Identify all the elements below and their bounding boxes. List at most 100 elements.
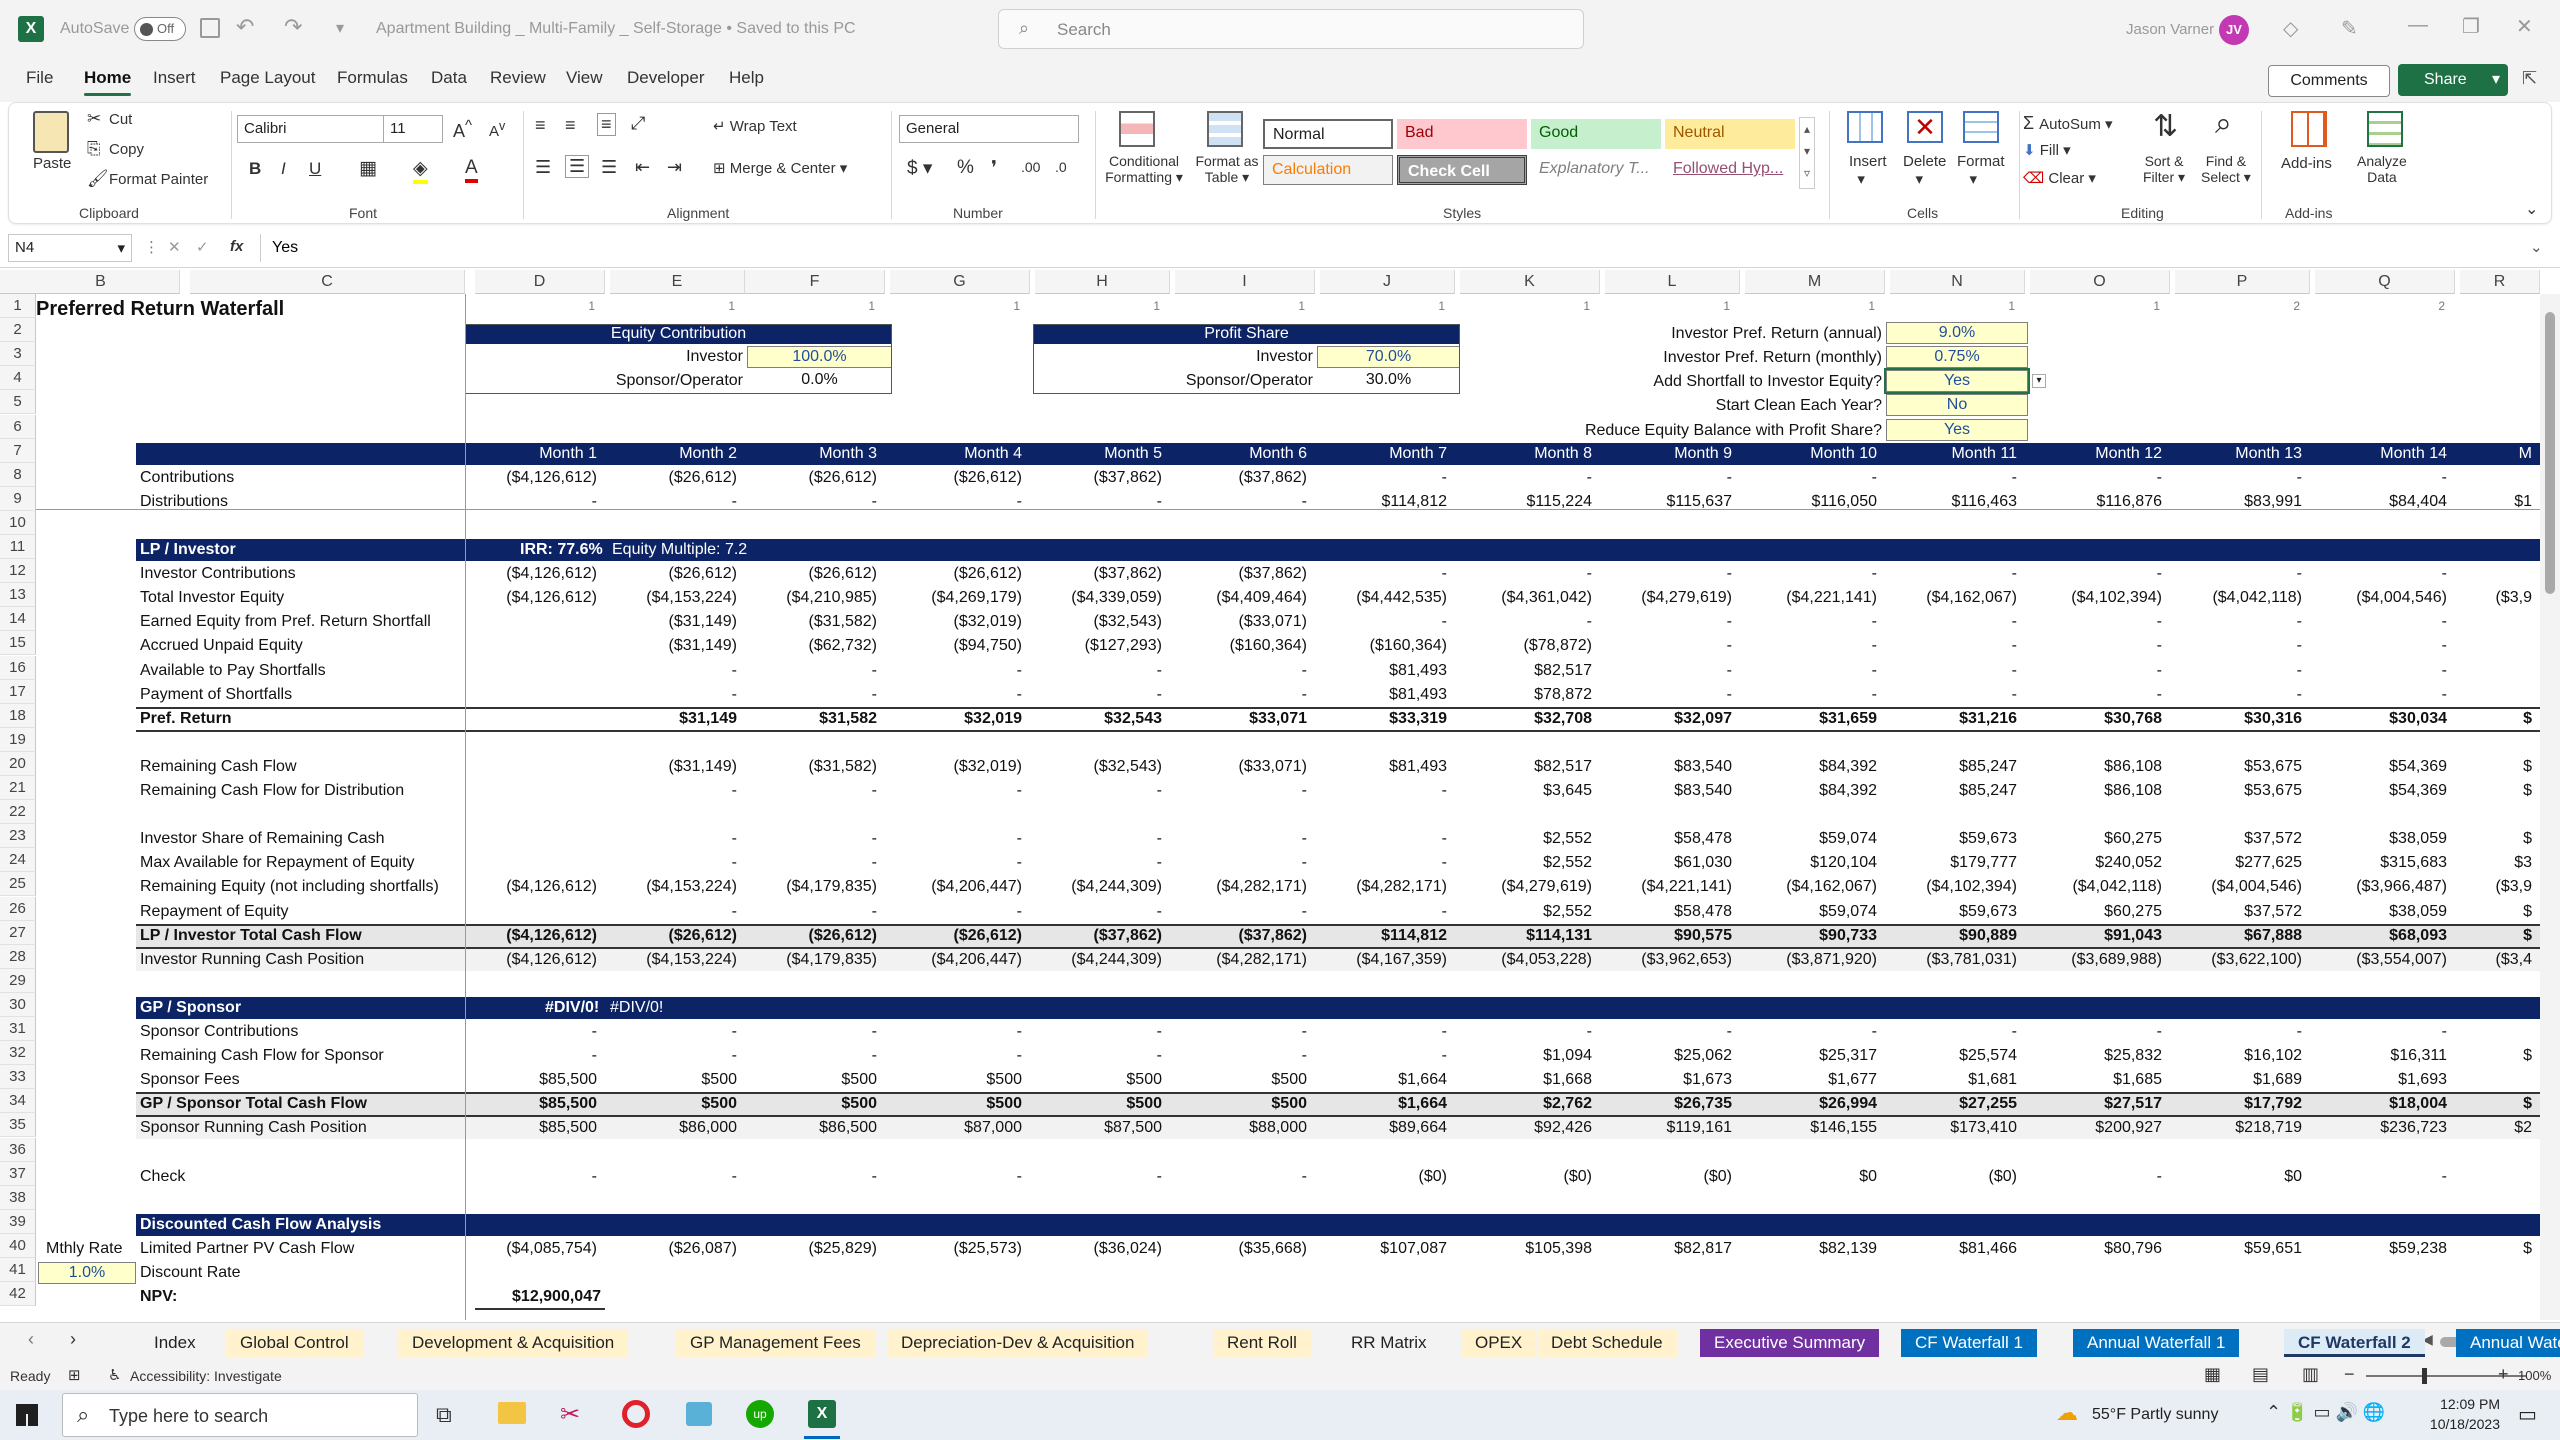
data-cell[interactable]: $ <box>2460 779 2532 803</box>
data-cell[interactable]: - <box>1320 1020 1447 1044</box>
style-neutral[interactable]: Neutral <box>1665 119 1795 149</box>
data-cell[interactable]: $90,889 <box>1890 924 2017 948</box>
pen-icon[interactable]: ✎ <box>2341 16 2358 41</box>
increase-indent-icon[interactable]: ⇥ <box>667 157 682 178</box>
sheet-tab[interactable]: RR Matrix <box>1337 1329 1441 1357</box>
data-cell[interactable]: $ <box>2460 1092 2532 1116</box>
data-cell[interactable]: $116,463 <box>1890 490 2017 514</box>
data-cell[interactable]: $33,071 <box>1175 707 1307 731</box>
sheet-tab[interactable]: Depreciation-Dev & Acquisition <box>887 1329 1149 1357</box>
number-format-select[interactable]: General <box>899 115 1079 143</box>
data-cell[interactable]: - <box>1320 779 1447 803</box>
opera-icon[interactable] <box>622 1400 650 1428</box>
data-cell[interactable]: $1,685 <box>2030 1068 2162 1092</box>
data-cell[interactable]: ($37,862) <box>1175 924 1308 948</box>
data-cell[interactable]: ($4,042,118) <box>2175 586 2302 610</box>
row-header[interactable]: 6 <box>0 414 36 439</box>
data-cell[interactable]: $114,812 <box>1320 924 1447 948</box>
row-header[interactable]: 5 <box>0 390 36 415</box>
data-cell[interactable]: - <box>890 1165 1022 1189</box>
column-header[interactable]: I <box>1175 270 1315 294</box>
column-header[interactable]: Q <box>2315 270 2455 294</box>
data-cell[interactable]: - <box>2175 634 2302 658</box>
merge-center-button[interactable]: ⊞ Merge & Center ▾ <box>713 159 847 177</box>
column-header[interactable]: M <box>1745 270 1885 294</box>
sheet-tab[interactable]: Development & Acquisition <box>398 1329 629 1357</box>
add-ins-button[interactable]: Add-ins <box>2281 155 2332 172</box>
param-value[interactable]: 9.0% <box>1886 322 2028 345</box>
data-cell[interactable]: - <box>2315 634 2447 658</box>
row-header[interactable]: 30 <box>0 992 36 1017</box>
increase-decimal-icon[interactable]: .00 <box>1021 159 1040 175</box>
data-cell[interactable]: $1,668 <box>1460 1068 1592 1092</box>
data-cell[interactable]: - <box>2175 466 2302 490</box>
row-header[interactable]: 36 <box>0 1137 36 1162</box>
data-cell[interactable]: - <box>1320 851 1447 875</box>
data-cell[interactable]: $83,540 <box>1605 755 1732 779</box>
tab-scroll-right-icon[interactable]: › <box>70 1329 76 1350</box>
row-header[interactable]: 10 <box>0 510 36 535</box>
data-cell[interactable]: - <box>1175 490 1307 514</box>
data-cell[interactable]: ($4,409,464) <box>1175 586 1307 610</box>
sheet-tab[interactable]: CF Waterfall 1 <box>1901 1329 2038 1357</box>
data-cell[interactable]: - <box>2030 466 2162 490</box>
data-cell[interactable]: - <box>745 659 877 683</box>
data-cell[interactable]: ($4,004,546) <box>2315 586 2447 610</box>
underline-icon[interactable]: U <box>309 159 321 179</box>
data-cell[interactable]: ($4,244,309) <box>1035 875 1162 899</box>
data-cell[interactable]: - <box>1320 1044 1447 1068</box>
data-cell[interactable]: $240,052 <box>2030 851 2162 875</box>
data-cell[interactable]: $90,733 <box>1745 924 1877 948</box>
data-cell[interactable]: ($4,153,224) <box>610 948 737 972</box>
data-cell[interactable]: $500 <box>1035 1068 1162 1092</box>
data-cell[interactable]: - <box>475 1020 597 1044</box>
row-header[interactable]: 32 <box>0 1041 36 1066</box>
data-cell[interactable]: - <box>1890 683 2017 707</box>
data-cell[interactable]: ($26,612) <box>745 562 878 586</box>
npv-value[interactable]: $12,900,047 <box>475 1285 601 1309</box>
data-cell[interactable]: - <box>1035 1020 1162 1044</box>
row-header[interactable]: 17 <box>0 679 36 704</box>
share-button[interactable]: Share ▾ <box>2398 64 2508 96</box>
menu-data[interactable]: Data <box>431 68 467 88</box>
data-cell[interactable]: ($4,244,309) <box>1035 948 1162 972</box>
column-header[interactable]: R <box>2460 270 2540 294</box>
data-cell[interactable]: ($31,582) <box>745 755 878 779</box>
data-cell[interactable]: $87,000 <box>890 1116 1022 1140</box>
column-header[interactable]: H <box>1035 270 1170 294</box>
data-cell[interactable]: ($3,622,100) <box>2175 948 2302 972</box>
data-cell[interactable]: ($31,149) <box>610 634 738 658</box>
data-cell[interactable]: $59,074 <box>1745 827 1877 851</box>
page-break-view-icon[interactable]: ▥ <box>2302 1364 2319 1385</box>
menu-review[interactable]: Review <box>490 68 546 88</box>
data-cell[interactable]: - <box>745 851 877 875</box>
menu-developer[interactable]: Developer <box>627 68 705 88</box>
data-cell[interactable]: ($4,004,546) <box>2175 875 2302 899</box>
data-cell[interactable]: $91,043 <box>2030 924 2162 948</box>
data-cell[interactable]: ($31,149) <box>610 610 738 634</box>
sheet-tab[interactable]: Annual Water <box>2456 1329 2560 1357</box>
menu-page-layout[interactable]: Page Layout <box>220 68 315 88</box>
orientation-icon[interactable]: ⤢ <box>631 113 645 134</box>
delete-cells-icon[interactable]: ✕ <box>1907 111 1943 143</box>
notification-icon[interactable]: ▭ <box>2518 1402 2537 1427</box>
row-header[interactable]: 35 <box>0 1113 36 1138</box>
data-cell[interactable]: ($4,221,141) <box>1745 586 1877 610</box>
menu-home[interactable]: Home <box>84 68 132 96</box>
data-cell[interactable]: $85,500 <box>475 1116 597 1140</box>
align-center-icon[interactable]: ☰ <box>565 155 590 178</box>
data-cell[interactable]: $ <box>2460 1044 2532 1068</box>
data-cell[interactable]: $116,050 <box>1745 490 1877 514</box>
data-cell[interactable]: - <box>1890 1020 2017 1044</box>
column-header[interactable]: E <box>610 270 745 294</box>
data-cell[interactable]: $500 <box>610 1092 737 1116</box>
data-cell[interactable]: $ <box>2460 755 2532 779</box>
sheet-tab[interactable]: Global Control <box>226 1329 363 1357</box>
data-cell[interactable]: $85,247 <box>1890 779 2017 803</box>
data-cell[interactable]: - <box>1175 683 1307 707</box>
data-cell[interactable]: - <box>1605 634 1732 658</box>
data-cell[interactable]: ($4,153,224) <box>610 586 737 610</box>
data-cell[interactable]: $80,796 <box>2030 1237 2162 1261</box>
data-cell[interactable]: ($3,4 <box>2460 948 2532 972</box>
data-cell[interactable]: - <box>1035 1165 1162 1189</box>
